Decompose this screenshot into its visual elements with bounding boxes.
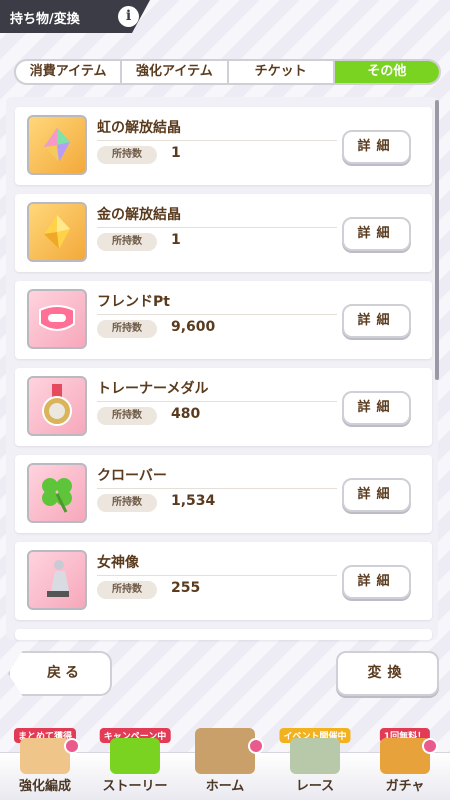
detail-button[interactable]: 詳細: [342, 217, 411, 251]
tab-enhancement[interactable]: 強化アイテム: [122, 61, 229, 83]
item-name: 女神像: [97, 555, 139, 571]
list-item-partial: [15, 629, 432, 640]
gold-crystal-icon: [27, 202, 87, 262]
nav-item-gacha[interactable]: 1回無料！ ガチャ: [360, 714, 450, 800]
clover-icon: [27, 463, 87, 523]
qty-label: 所持数: [97, 494, 157, 512]
qty-label: 所持数: [97, 407, 157, 425]
goddess-statue-icon: [27, 550, 87, 610]
divider: [97, 488, 337, 489]
item-name: クローバー: [97, 468, 167, 484]
back-label: 戻る: [47, 665, 83, 681]
list-item-trainer-medal: トレーナーメダル 所持数 480 詳細: [15, 368, 432, 446]
nav-item-home[interactable]: ホーム: [180, 714, 270, 800]
divider: [97, 227, 337, 228]
tab-consumable[interactable]: 消費アイテム: [16, 61, 123, 83]
qty-value: 9,600: [171, 319, 216, 335]
list-item-gold-crystal: 金の解放結晶 所持数 1 詳細: [15, 194, 432, 272]
nav-item-enhance-formation[interactable]: まとめて獲得 強化編成: [0, 714, 90, 800]
nav-label: ホーム: [205, 779, 245, 794]
notification-dot-icon: [64, 738, 80, 754]
rainbow-crystal-icon: [27, 115, 87, 175]
qty-value: 1,534: [171, 493, 216, 509]
list-item-friend-pt: フレンドPt 所持数 9,600 詳細: [15, 281, 432, 359]
divider: [97, 575, 337, 576]
divider: [97, 401, 337, 402]
qty-label: 所持数: [97, 320, 157, 338]
divider: [97, 314, 337, 315]
nav-label: ガチャ: [385, 779, 425, 794]
new-story-icon: [110, 738, 160, 774]
detail-button[interactable]: 詳細: [342, 478, 411, 512]
item-name: 虹の解放結晶: [97, 120, 181, 136]
qty-label: 所持数: [97, 146, 157, 164]
item-name: トレーナーメダル: [97, 381, 209, 397]
qty-label: 所持数: [97, 581, 157, 599]
nav-item-story[interactable]: キャンペーン中 ストーリー: [90, 714, 180, 800]
qty-value: 255: [171, 580, 201, 596]
item-name: フレンドPt: [97, 294, 170, 310]
item-name: 金の解放結晶: [97, 207, 181, 223]
back-button[interactable]: 戻る: [8, 651, 112, 696]
nav-label: レース: [295, 779, 335, 794]
detail-button[interactable]: 詳細: [342, 565, 411, 599]
notification-dot-icon: [248, 738, 264, 754]
notification-dot-icon: [422, 738, 438, 754]
nav-label: 強化編成: [18, 779, 71, 794]
page-title: 持ち物/変換: [10, 12, 80, 27]
list-item-rainbow-crystal: 虹の解放結晶 所持数 1 詳細: [15, 107, 432, 185]
friend-handshake-icon: [27, 289, 87, 349]
list-item-clover: クローバー 所持数 1,534 詳細: [15, 455, 432, 533]
trainer-medal-icon: [27, 376, 87, 436]
qty-label: 所持数: [97, 233, 157, 251]
character-icon: [20, 738, 70, 774]
race-icon: [290, 738, 340, 774]
tab-ticket[interactable]: チケット: [229, 61, 335, 83]
qty-value: 1: [171, 232, 181, 248]
qty-value: 1: [171, 145, 181, 161]
home-building-icon: [195, 728, 255, 774]
detail-button[interactable]: 詳細: [342, 304, 411, 338]
qty-value: 480: [171, 406, 201, 422]
detail-button[interactable]: 詳細: [342, 391, 411, 425]
tab-other[interactable]: その他: [334, 61, 439, 83]
nav-label: ストーリー: [102, 779, 168, 794]
bottom-nav: まとめて獲得 強化編成 キャンペーン中 ストーリー ホーム イベント開催中 レー…: [0, 714, 450, 800]
list-item-goddess-statue: 女神像 所持数 255 詳細: [15, 542, 432, 620]
convert-button[interactable]: 変換: [336, 651, 439, 696]
list-scrollbar[interactable]: [435, 100, 439, 380]
divider: [97, 140, 337, 141]
category-tabs: 消費アイテム 強化アイテム チケット その他: [14, 59, 441, 85]
info-icon[interactable]: i: [118, 6, 139, 27]
detail-button[interactable]: 詳細: [342, 130, 411, 164]
nav-item-race[interactable]: イベント開催中 レース: [270, 714, 360, 800]
